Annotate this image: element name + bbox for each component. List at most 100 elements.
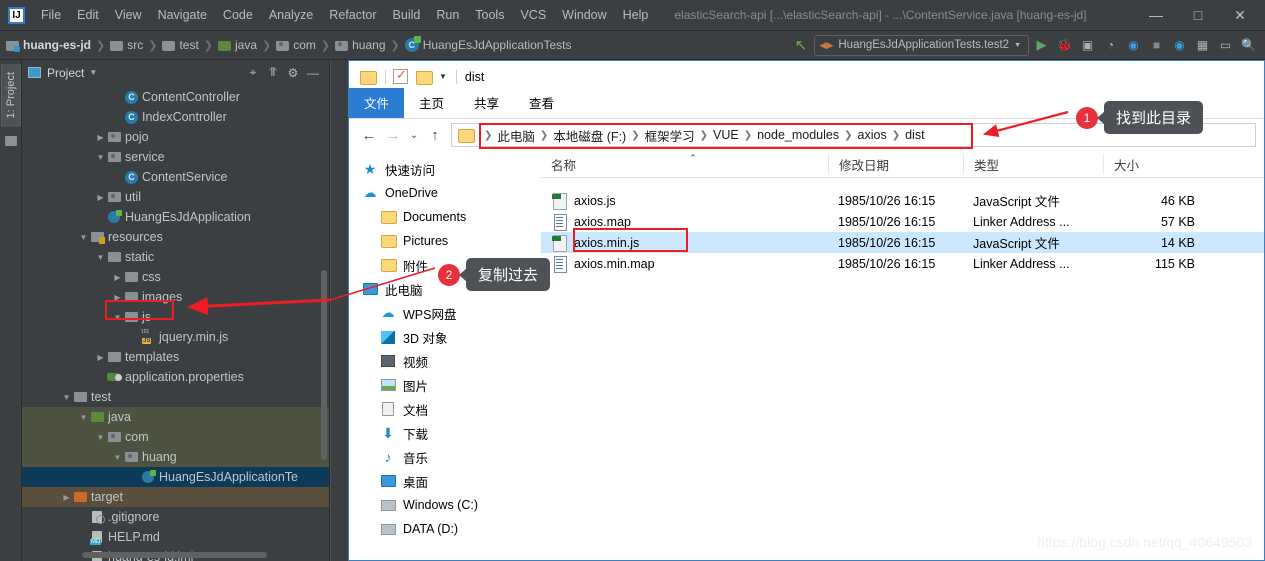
tree-twisty-icon[interactable]: ▼ <box>77 413 90 422</box>
profile-icon[interactable]: ◔ <box>1100 35 1121 56</box>
path-segment-dist[interactable]: dist <box>905 128 924 142</box>
nav-item[interactable]: Windows (C:) <box>349 493 540 517</box>
menu-item-file[interactable]: File <box>33 4 69 26</box>
tree-node[interactable]: ▼ resources <box>22 227 329 247</box>
tree-node[interactable]: HuangEsJdApplicationTe <box>22 467 329 487</box>
tree-node[interactable]: ▶ target <box>22 487 329 507</box>
explorer-navigation-pane[interactable]: ★ 快速访问 ☁ OneDrive Documents Pictures 附件 此电脑 ☁ WPS… <box>349 151 541 560</box>
analyze-icon[interactable]: ◉ <box>1169 35 1190 56</box>
nav-item[interactable]: ☁ WPS网盘 <box>349 301 540 325</box>
nav-item[interactable]: ★ 快速访问 <box>349 157 540 181</box>
breadcrumb-item-java[interactable]: java <box>235 38 257 52</box>
tree-node[interactable]: ▶ util <box>22 187 329 207</box>
path-segment-axios[interactable]: axios <box>858 128 887 142</box>
locate-icon[interactable]: ⌖ <box>243 64 263 82</box>
tree-node[interactable]: ▼ com <box>22 427 329 447</box>
project-tree[interactable]: C ContentController C IndexController ▶ pojo ▼… <box>22 85 329 561</box>
minimize-icon[interactable]: — <box>1135 0 1177 30</box>
folder-icon[interactable] <box>360 70 377 85</box>
settings-gear-icon[interactable]: ⚙ <box>283 64 303 82</box>
menu-item-refactor[interactable]: Refactor <box>321 4 384 26</box>
tree-twisty-icon[interactable]: ▶ <box>60 493 73 502</box>
tree-horizontal-scrollbar[interactable] <box>82 552 267 558</box>
up-icon[interactable]: ↑ <box>423 123 447 147</box>
new-folder-icon[interactable] <box>416 70 433 85</box>
tab-home[interactable]: 主页 <box>404 88 459 118</box>
column-header-type[interactable]: 类型 <box>963 154 1103 174</box>
run-icon[interactable]: ▶ <box>1031 35 1052 56</box>
nav-item[interactable]: ☁ OneDrive <box>349 181 540 205</box>
tree-node[interactable]: ▼ service <box>22 147 329 167</box>
table-row[interactable]: axios.min.map 1985/10/26 16:15 Linker Addr… <box>541 253 1264 274</box>
back-icon[interactable]: ← <box>357 123 381 147</box>
tree-node[interactable]: HELP.md <box>22 527 329 547</box>
breadcrumb-item-class[interactable]: HuangEsJdApplicationTests <box>423 38 572 52</box>
tree-node[interactable]: ▼ huang <box>22 447 329 467</box>
tree-twisty-icon[interactable]: ▼ <box>111 453 124 462</box>
stop-icon[interactable]: ■ <box>1146 35 1167 56</box>
project-structure-icon[interactable]: ▦ <box>1192 35 1213 56</box>
breadcrumb-item-com[interactable]: com <box>293 38 316 52</box>
table-row[interactable]: axios.map 1985/10/26 16:15 Linker Address … <box>541 211 1264 232</box>
tree-node[interactable]: C ContentService <box>22 167 329 187</box>
tab-file[interactable]: 文件 <box>349 88 405 118</box>
path-segment-vue[interactable]: VUE <box>713 128 739 142</box>
tree-node[interactable]: ▼ java <box>22 407 329 427</box>
forward-icon[interactable]: → <box>381 123 405 147</box>
hide-panel-icon[interactable]: — <box>303 64 323 82</box>
breadcrumb-item-module[interactable]: huang-es-jd <box>23 38 91 52</box>
menu-item-navigate[interactable]: Navigate <box>150 4 215 26</box>
tree-twisty-icon[interactable]: ▼ <box>77 233 90 242</box>
tree-node[interactable]: ▶ pojo <box>22 127 329 147</box>
tree-node[interactable]: jquery.min.js <box>22 327 329 347</box>
attach-profiler-icon[interactable]: ◉ <box>1123 35 1144 56</box>
tree-twisty-icon[interactable]: ▼ <box>94 433 107 442</box>
tree-twisty-icon[interactable]: ▶ <box>111 293 124 302</box>
tree-twisty-icon[interactable]: ▼ <box>94 253 107 262</box>
tab-share[interactable]: 共享 <box>459 88 514 118</box>
tree-twisty-icon[interactable]: ▼ <box>111 313 124 322</box>
menu-item-analyze[interactable]: Analyze <box>261 4 321 26</box>
tree-twisty-icon[interactable]: ▶ <box>94 353 107 362</box>
nav-item[interactable]: ♪ 音乐 <box>349 445 540 469</box>
tree-twisty-icon[interactable]: ▶ <box>94 133 107 142</box>
nav-item[interactable]: 文档 <box>349 397 540 421</box>
tree-node[interactable]: ▶ images <box>22 287 329 307</box>
column-header-name[interactable]: 名称 <box>541 154 828 174</box>
breadcrumb-item-test[interactable]: test <box>179 38 198 52</box>
nav-item[interactable]: 图片 <box>349 373 540 397</box>
tree-twisty-icon[interactable]: ▼ <box>94 153 107 162</box>
tree-twisty-icon[interactable]: ▼ <box>60 393 73 402</box>
tree-twisty-icon[interactable]: ▶ <box>111 273 124 282</box>
search-icon[interactable]: 🔍 <box>1238 35 1259 56</box>
menu-item-code[interactable]: Code <box>215 4 261 26</box>
menu-item-edit[interactable]: Edit <box>69 4 107 26</box>
debug-icon[interactable]: 🐞 <box>1054 35 1075 56</box>
tree-node[interactable]: .gitignore <box>22 507 329 527</box>
nav-item[interactable]: ⬇ 下载 <box>349 421 540 445</box>
column-header-size[interactable]: 大小 <box>1103 154 1208 174</box>
close-icon[interactable]: ✕ <box>1219 0 1261 30</box>
table-row[interactable]: axios.js 1985/10/26 16:15 JavaScript 文件 46 … <box>541 190 1264 211</box>
tree-node[interactable]: C IndexController <box>22 107 329 127</box>
nav-item[interactable]: 桌面 <box>349 469 540 493</box>
build-hammer-icon[interactable]: ↖ <box>791 35 812 56</box>
nav-item[interactable]: Pictures <box>349 229 540 253</box>
tab-view[interactable]: 查看 <box>514 88 569 118</box>
chevron-down-icon[interactable]: ▼ <box>439 72 447 81</box>
nav-item[interactable]: Documents <box>349 205 540 229</box>
nav-item[interactable]: DATA (D:) <box>349 517 540 541</box>
path-segment-framework-study[interactable]: 框架学习 <box>645 126 695 145</box>
path-segment-node-modules[interactable]: node_modules <box>757 128 839 142</box>
column-header-date[interactable]: 修改日期 <box>828 154 963 174</box>
menu-item-build[interactable]: Build <box>385 4 429 26</box>
tree-node[interactable]: ▼ js <box>22 307 329 327</box>
maximize-icon[interactable]: □ <box>1177 0 1219 30</box>
tool-window-tab-project[interactable]: 1: Project <box>0 64 21 127</box>
tree-node[interactable]: ▶ css <box>22 267 329 287</box>
terminal-icon[interactable]: ▭ <box>1215 35 1236 56</box>
path-segment-this-pc[interactable]: 此电脑 <box>497 126 535 145</box>
tree-node[interactable]: ▼ test <box>22 387 329 407</box>
nav-item[interactable]: 附件 <box>349 253 540 277</box>
menu-item-window[interactable]: Window <box>554 4 614 26</box>
